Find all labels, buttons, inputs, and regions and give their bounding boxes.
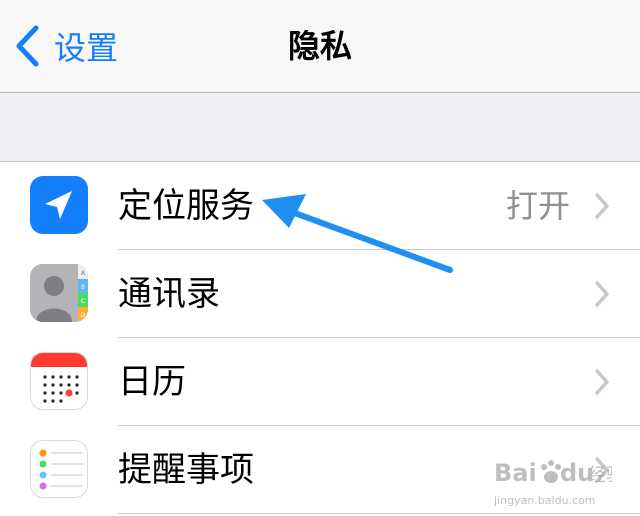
row-label: 日历: [118, 362, 186, 402]
reminders-icon: [30, 440, 88, 498]
calendar-icon: [30, 352, 88, 410]
chevron-right-icon: [595, 193, 609, 219]
row-location-services[interactable]: 定位服务 打开: [0, 162, 640, 250]
row-calendar[interactable]: 日历: [0, 338, 640, 426]
row-contacts[interactable]: A B C D 通讯录: [0, 250, 640, 338]
row-label: 提醒事项: [118, 450, 254, 490]
row-label: 定位服务: [118, 186, 254, 226]
contacts-icon: A B C D: [30, 264, 88, 322]
index-letter: B: [81, 284, 85, 291]
row-label: 通讯录: [118, 274, 220, 314]
watermark: Bai du 经验 jingyan.baidu.com: [494, 455, 624, 507]
row-separator: [118, 513, 640, 514]
page-title: 隐私: [287, 27, 352, 65]
watermark-url: jingyan.baidu.com: [494, 494, 596, 507]
watermark-brand: Bai: [494, 459, 537, 487]
index-letter: C: [81, 298, 85, 305]
section-spacer: [0, 93, 640, 161]
location-arrow-icon: [30, 176, 88, 234]
index-letter: D: [81, 312, 86, 319]
watermark-name: 经验: [588, 465, 612, 486]
chevron-right-icon: [595, 369, 609, 395]
baidu-logo-icon: Bai du 经验: [494, 459, 624, 487]
row-value: 打开: [505, 187, 570, 225]
navigation-bar: 设置 隐私: [0, 0, 640, 93]
chevron-right-icon: [595, 281, 609, 307]
